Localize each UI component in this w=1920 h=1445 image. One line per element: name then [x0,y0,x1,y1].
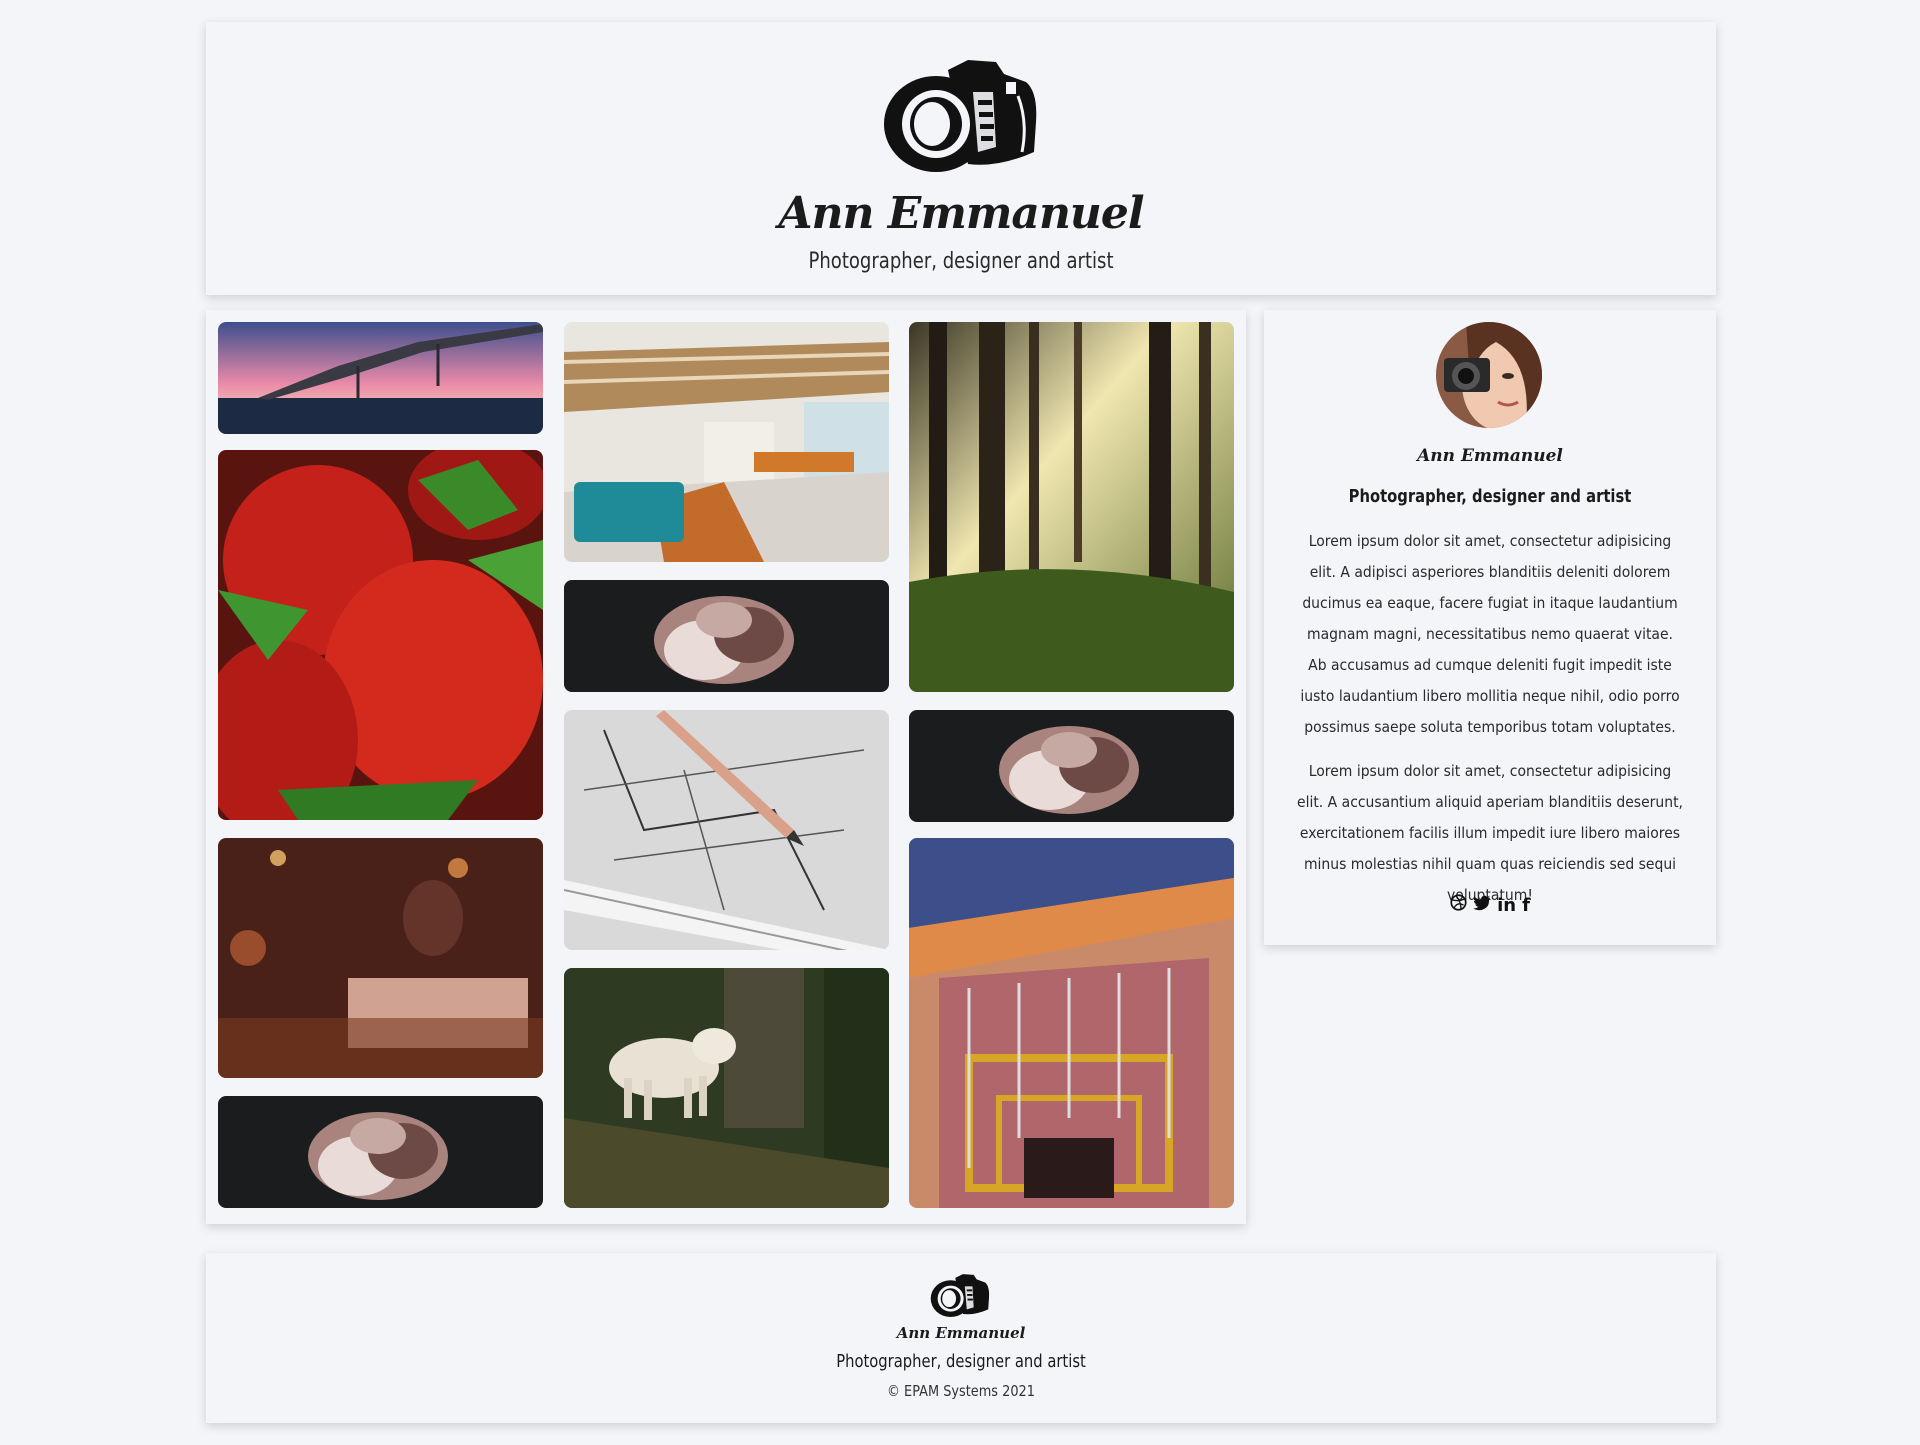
footer-name: Ann Emmanuel [896,1324,1026,1342]
site-header: Ann Emmanuel Photographer, designer and … [206,22,1716,295]
strawberries-photo[interactable] [218,450,543,820]
footer-tagline: Photographer, designer and artist [836,1351,1086,1372]
forest-photo[interactable] [909,322,1234,692]
staircase-photo[interactable] [909,838,1234,1208]
linkedin-icon[interactable]: in [1497,895,1516,916]
site-footer: Ann Emmanuel Photographer, designer and … [206,1253,1716,1423]
wolf-photo[interactable] [564,968,889,1208]
site-title: Ann Emmanuel [778,188,1144,239]
profile-bio-paragraph-1: Lorem ipsum dolor sit amet, consectetur … [1300,532,1680,736]
photo-gallery [206,310,1246,1224]
dribbble-icon[interactable] [1450,894,1467,916]
drawing-pencil-photo[interactable] [564,710,889,950]
bridge-photo[interactable] [218,322,543,434]
facebook-icon[interactable]: f [1522,895,1530,916]
footer-copyright: © EPAM Systems 2021 [887,1382,1035,1400]
camera-icon [930,1274,990,1317]
profile-title: Photographer, designer and artist [1348,486,1632,507]
peony-photo-3[interactable] [909,710,1234,822]
twitter-icon[interactable] [1473,895,1491,916]
profile-card: Ann Emmanuel Photographer, designer and … [1264,310,1716,945]
peony-photo-2[interactable] [564,580,889,692]
profile-name: Ann Emmanuel [1417,446,1563,466]
office-lobby-photo[interactable] [564,322,889,562]
cafe-person-photo[interactable] [218,838,543,1078]
avatar [1436,322,1542,428]
social-links: in f [1264,894,1716,916]
site-tagline: Photographer, designer and artist [808,249,1114,274]
peony-photo-1[interactable] [218,1096,543,1208]
profile-bio-paragraph-2: Lorem ipsum dolor sit amet, consectetur … [1297,762,1683,904]
camera-icon [884,60,1037,172]
